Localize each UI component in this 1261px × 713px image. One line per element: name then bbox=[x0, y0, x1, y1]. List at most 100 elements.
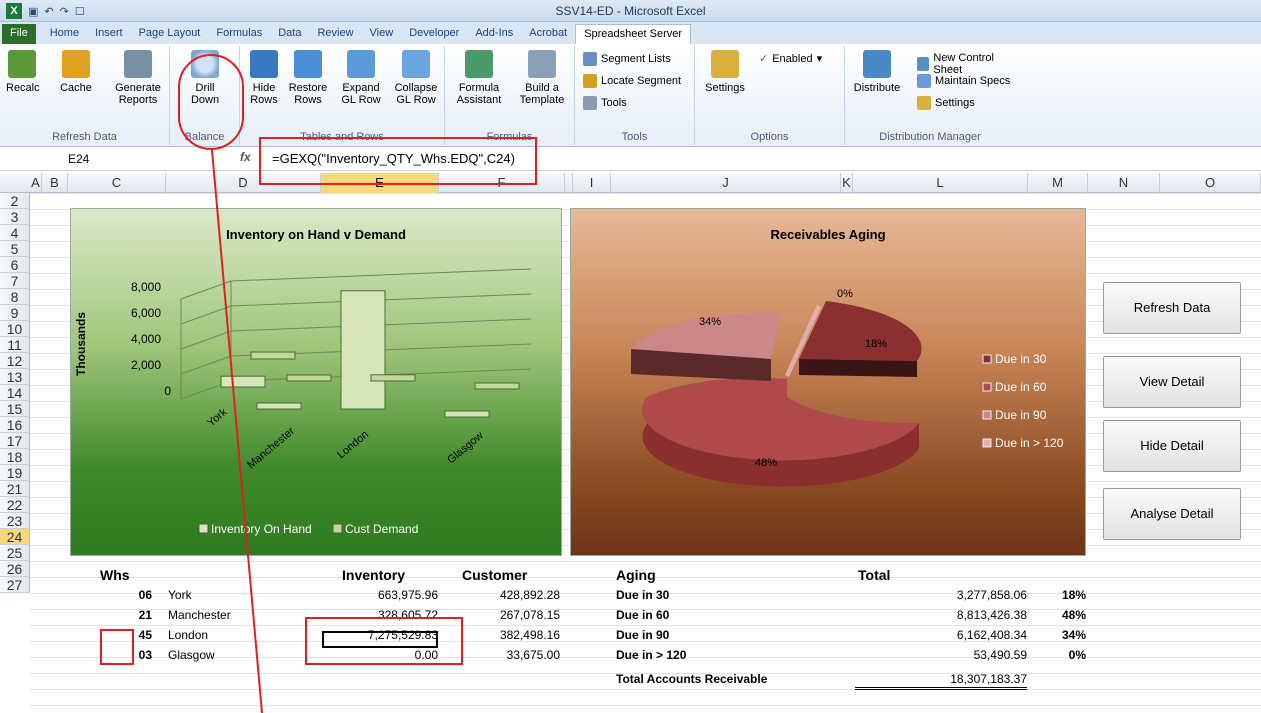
tab-data[interactable]: Data bbox=[270, 24, 309, 44]
row-header[interactable]: 23 bbox=[0, 513, 30, 529]
row-header[interactable]: 10 bbox=[0, 321, 30, 337]
dm-settings-button[interactable]: Settings bbox=[917, 96, 975, 110]
fx-icon[interactable]: fx bbox=[240, 150, 251, 164]
row-header[interactable]: 25 bbox=[0, 545, 30, 561]
row-header[interactable]: 11 bbox=[0, 337, 30, 353]
new-control-sheet-button[interactable]: New Control Sheet bbox=[917, 52, 1015, 76]
settings-button[interactable]: Settings bbox=[703, 50, 747, 94]
row-header[interactable]: 12 bbox=[0, 353, 30, 369]
inventory-chart[interactable]: Inventory on Hand v Demand Thousands 8,0… bbox=[70, 208, 562, 556]
tab-page-layout[interactable]: Page Layout bbox=[131, 24, 209, 44]
table-cell[interactable]: 663,975.96 bbox=[321, 587, 438, 603]
table-cell[interactable]: Due in 90 bbox=[616, 627, 836, 643]
expand-gl-row-button[interactable]: Expand GL Row bbox=[336, 50, 386, 106]
pie-side-due-in-30 bbox=[799, 359, 917, 377]
row-header[interactable]: 18 bbox=[0, 449, 30, 465]
tab-file[interactable]: File bbox=[2, 24, 36, 44]
build-template-button[interactable]: Build a Template bbox=[515, 50, 569, 106]
column-header[interactable]: B bbox=[42, 173, 68, 193]
row-header[interactable]: 27 bbox=[0, 577, 30, 593]
table-cell[interactable]: 3,277,858.06 bbox=[855, 587, 1027, 603]
maintain-specs-button[interactable]: Maintain Specs bbox=[917, 74, 1010, 88]
table-cell[interactable]: London bbox=[168, 627, 308, 643]
table-cell[interactable]: 0% bbox=[1030, 647, 1086, 663]
enabled-dropdown[interactable]: ✓ Enabled ▾ bbox=[759, 52, 822, 66]
column-header[interactable]: K bbox=[841, 173, 853, 193]
column-header[interactable]: J bbox=[611, 173, 841, 193]
table-cell[interactable]: Due in 60 bbox=[616, 607, 836, 623]
pie-label: 34% bbox=[699, 316, 721, 328]
hide-detail-button[interactable]: Hide Detail bbox=[1103, 420, 1241, 472]
table-cell[interactable]: 8,813,426.38 bbox=[855, 607, 1027, 623]
tab-formulas[interactable]: Formulas bbox=[208, 24, 270, 44]
table-cell[interactable]: 34% bbox=[1030, 627, 1086, 643]
tab-spreadsheet-server[interactable]: Spreadsheet Server bbox=[575, 24, 692, 44]
row-header[interactable]: 15 bbox=[0, 401, 30, 417]
analyse-detail-button[interactable]: Analyse Detail bbox=[1103, 488, 1241, 540]
table-cell[interactable]: 48% bbox=[1030, 607, 1086, 623]
table-cell[interactable]: Manchester bbox=[168, 607, 308, 623]
tab-add-ins[interactable]: Add-Ins bbox=[467, 24, 521, 44]
row-header[interactable]: 26 bbox=[0, 561, 30, 577]
tab-review[interactable]: Review bbox=[309, 24, 361, 44]
tools-button[interactable]: Tools bbox=[583, 96, 627, 110]
refresh-data-button[interactable]: Refresh Data bbox=[1103, 282, 1241, 334]
name-box[interactable]: E24 bbox=[60, 150, 180, 168]
row-header[interactable]: 7 bbox=[0, 273, 30, 289]
receivables-chart[interactable]: Receivables Aging 0% 34% 18% 48% Due in … bbox=[570, 208, 1086, 556]
row-header[interactable]: 4 bbox=[0, 225, 30, 241]
column-header[interactable]: I bbox=[573, 173, 611, 193]
row-header[interactable]: 17 bbox=[0, 433, 30, 449]
table-cell[interactable]: Due in 30 bbox=[616, 587, 836, 603]
row-header[interactable]: 6 bbox=[0, 257, 30, 273]
column-header[interactable]: N bbox=[1088, 173, 1160, 193]
row-header[interactable]: 22 bbox=[0, 497, 30, 513]
table-cell[interactable]: Due in > 120 bbox=[616, 647, 836, 663]
column-header[interactable]: M bbox=[1028, 173, 1088, 193]
row-header[interactable]: 2 bbox=[0, 193, 30, 209]
row-header[interactable]: 21 bbox=[0, 481, 30, 497]
recalc-button[interactable]: Recalc bbox=[6, 50, 40, 94]
table-cell[interactable]: 21 bbox=[96, 607, 152, 623]
table-cell[interactable]: 06 bbox=[96, 587, 152, 603]
tab-insert[interactable]: Insert bbox=[87, 24, 131, 44]
row-header[interactable]: 16 bbox=[0, 417, 30, 433]
column-header[interactable]: C bbox=[68, 173, 166, 193]
row-headers: 2 3 4 5 6 7 8 9 10 11 12 13 14 15 16 17 18 19 21 22 23 24 25 26… bbox=[0, 193, 30, 593]
distribute-button[interactable]: Distribute bbox=[851, 50, 903, 94]
restore-rows-button[interactable]: Restore Rows bbox=[286, 50, 330, 106]
generate-reports-button[interactable]: Generate Reports bbox=[112, 50, 164, 106]
row-header[interactable]: 9 bbox=[0, 305, 30, 321]
formula-assistant-label: Formula Assistant bbox=[456, 82, 502, 106]
locate-segment-button[interactable]: Locate Segment bbox=[583, 74, 681, 88]
table-cell[interactable]: 428,892.28 bbox=[439, 587, 560, 603]
row-header[interactable]: 8 bbox=[0, 289, 30, 305]
view-detail-button[interactable]: View Detail bbox=[1103, 356, 1241, 408]
row-header[interactable]: 14 bbox=[0, 385, 30, 401]
column-header[interactable]: L bbox=[853, 173, 1028, 193]
column-header[interactable]: A bbox=[30, 173, 42, 193]
tab-home[interactable]: Home bbox=[42, 24, 87, 44]
table-cell[interactable]: York bbox=[168, 587, 308, 603]
formula-assistant-button[interactable]: Formula Assistant bbox=[451, 50, 507, 106]
table-cell[interactable]: 18% bbox=[1030, 587, 1086, 603]
row-header[interactable]: 5 bbox=[0, 241, 30, 257]
column-header[interactable] bbox=[565, 173, 573, 193]
hide-rows-button[interactable]: Hide Rows bbox=[244, 50, 284, 106]
cache-button[interactable]: Cache bbox=[56, 50, 96, 94]
table-cell[interactable]: 6,162,408.34 bbox=[855, 627, 1027, 643]
locate-segment-label: Locate Segment bbox=[601, 75, 682, 87]
row-header[interactable]: 3 bbox=[0, 209, 30, 225]
tab-view[interactable]: View bbox=[362, 24, 402, 44]
column-header[interactable]: O bbox=[1160, 173, 1261, 193]
row-header[interactable]: 24 bbox=[0, 529, 30, 545]
table-cell[interactable]: Glasgow bbox=[168, 647, 308, 663]
row-header[interactable]: 13 bbox=[0, 369, 30, 385]
table-cell[interactable]: 53,490.59 bbox=[855, 647, 1027, 663]
row-header[interactable]: 19 bbox=[0, 465, 30, 481]
segment-lists-button[interactable]: Segment Lists bbox=[583, 52, 671, 66]
collapse-gl-row-button[interactable]: Collapse GL Row bbox=[390, 50, 442, 106]
tab-acrobat[interactable]: Acrobat bbox=[521, 24, 575, 44]
collapse-gl-label: Collapse GL Row bbox=[394, 82, 438, 106]
tab-developer[interactable]: Developer bbox=[401, 24, 467, 44]
